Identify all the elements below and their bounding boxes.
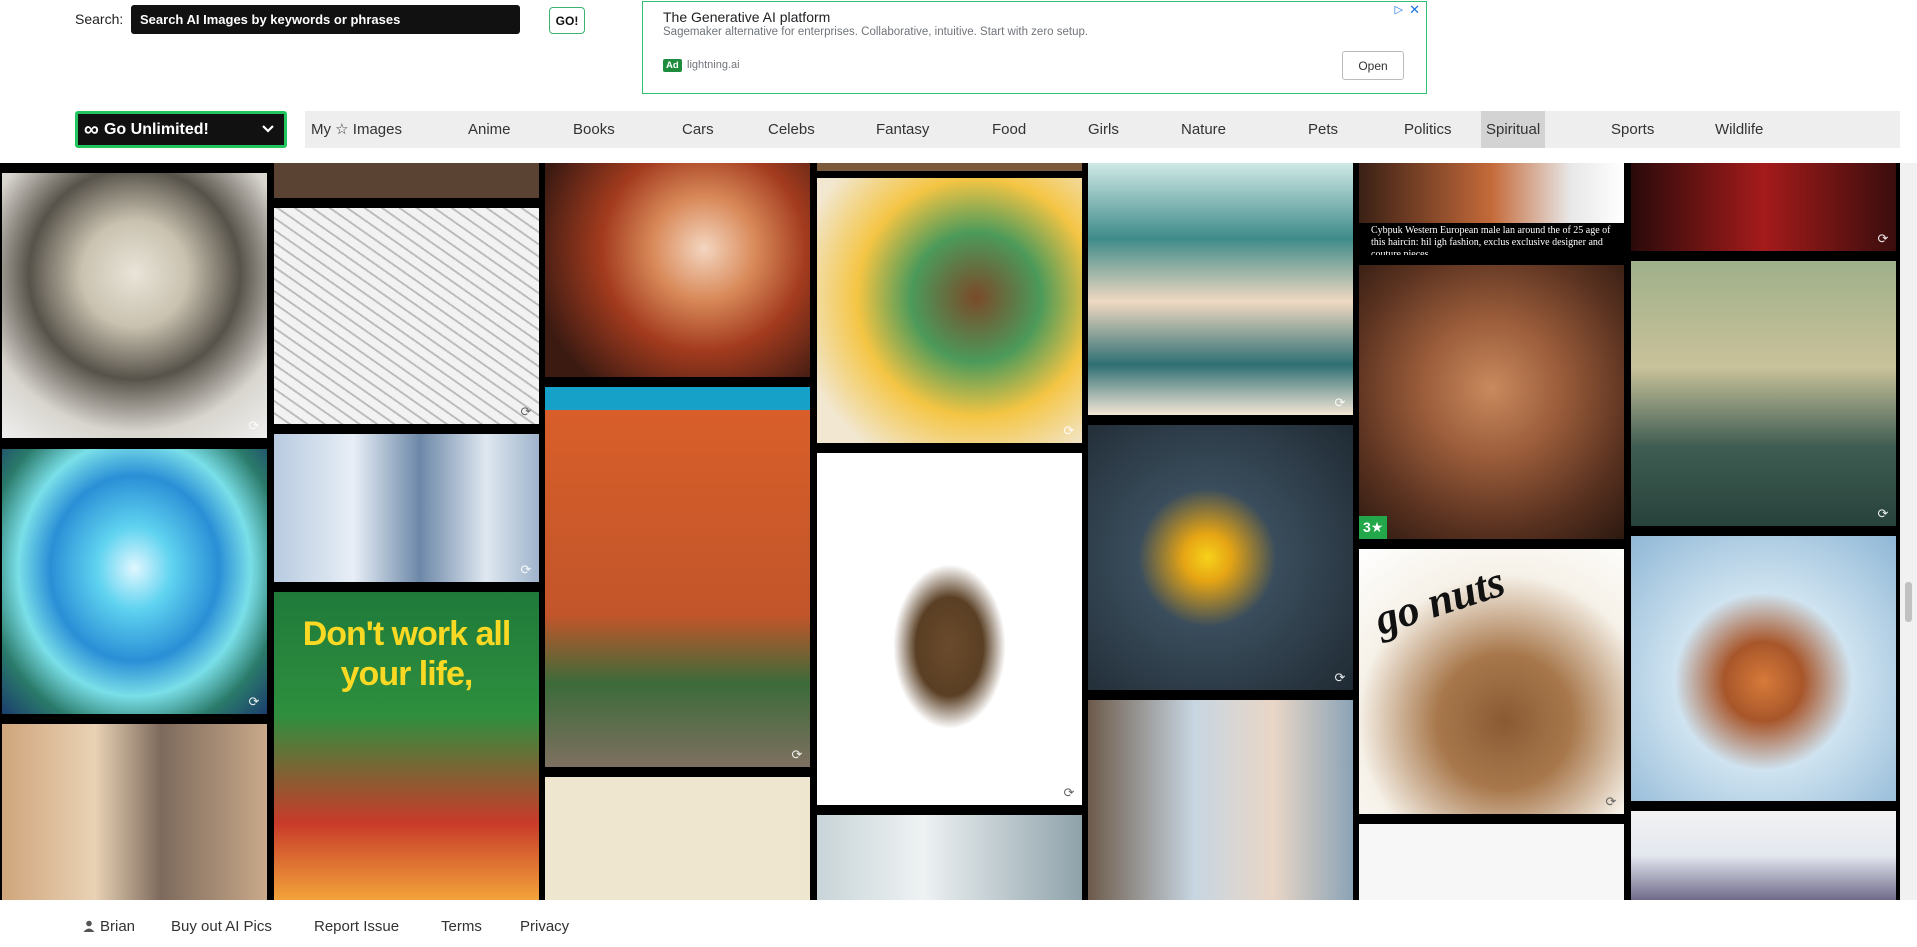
image-caption: Cybpuk Western European male lan around …: [1371, 225, 1611, 255]
footer-buy-out-link[interactable]: Buy out AI Pics: [171, 918, 272, 935]
regenerate-icon[interactable]: ⟳: [1333, 396, 1347, 410]
image-tile[interactable]: [817, 815, 1082, 900]
tab-sports[interactable]: Sports: [1606, 111, 1659, 148]
tab-spiritual[interactable]: Spiritual: [1481, 111, 1546, 148]
ad-open-button[interactable]: Open: [1342, 51, 1404, 80]
regenerate-icon[interactable]: ⟳: [247, 419, 261, 433]
regenerate-icon[interactable]: ⟳: [519, 563, 533, 577]
tab-celebs[interactable]: Celebs: [763, 111, 820, 148]
poster-text: Don't work all your life,: [302, 615, 512, 693]
image-tile[interactable]: [1631, 811, 1896, 900]
stars-badge: 3★: [1359, 516, 1388, 539]
tab-anime[interactable]: Anime: [463, 111, 516, 148]
search-input[interactable]: [131, 5, 520, 34]
image-tile[interactable]: [274, 163, 539, 198]
regenerate-icon[interactable]: ⟳: [1062, 786, 1076, 800]
image-tile[interactable]: [2, 724, 267, 900]
regenerate-icon[interactable]: ⟳: [1333, 671, 1347, 685]
tab-girls[interactable]: Girls: [1083, 111, 1124, 148]
regenerate-icon[interactable]: ⟳: [1876, 507, 1890, 521]
close-icon[interactable]: ✕: [1409, 2, 1420, 18]
tab-books[interactable]: Books: [568, 111, 620, 148]
footer-report-issue-link[interactable]: Report Issue: [314, 918, 399, 935]
image-tile[interactable]: ⟳: [817, 453, 1082, 805]
image-tile[interactable]: [1359, 824, 1624, 900]
footer-privacy-link[interactable]: Privacy: [520, 918, 569, 935]
user-icon: [83, 920, 95, 932]
nuts-text: go nuts: [1368, 556, 1511, 645]
image-tile[interactable]: ⟳: [2, 173, 267, 438]
image-tile[interactable]: ⟳: [274, 434, 539, 582]
image-tile[interactable]: [817, 163, 1082, 171]
ad-badge: Ad: [663, 59, 682, 72]
search-go-button[interactable]: GO!: [549, 7, 585, 34]
footer: [0, 900, 1917, 947]
ad-banner[interactable]: The Generative AI platform Sagemaker alt…: [642, 1, 1427, 94]
tab-food[interactable]: Food: [987, 111, 1031, 148]
image-grid: ⟳ ⟳ ⟳ ⟳ Don't work all your life, ⟳ ⟳ ⟳ …: [0, 163, 1900, 900]
footer-user-name: Brian: [100, 918, 136, 935]
image-tile[interactable]: [545, 163, 810, 377]
regenerate-icon[interactable]: ⟳: [1062, 424, 1076, 438]
image-tile[interactable]: ⟳: [545, 387, 810, 767]
tab-wildlife[interactable]: Wildlife: [1710, 111, 1768, 148]
scrollbar-track[interactable]: [1900, 163, 1917, 900]
image-tile[interactable]: [1088, 700, 1353, 900]
footer-user-link[interactable]: Brian: [83, 918, 135, 935]
tab-pets[interactable]: Pets: [1303, 111, 1343, 148]
image-tile[interactable]: Cybpuk Western European male lan around …: [1359, 223, 1624, 255]
image-tile[interactable]: Don't work all your life,: [274, 592, 539, 900]
tab-politics[interactable]: Politics: [1399, 111, 1457, 148]
image-tile[interactable]: [1631, 536, 1896, 801]
ad-domain[interactable]: lightning.ai: [687, 59, 740, 71]
image-tile[interactable]: ⟳: [1088, 163, 1353, 415]
infinity-icon: ∞: [84, 118, 99, 141]
tab-nature[interactable]: Nature: [1176, 111, 1231, 148]
image-tile[interactable]: ⟳: [817, 178, 1082, 443]
regenerate-icon[interactable]: ⟳: [1876, 232, 1890, 246]
regenerate-icon[interactable]: ⟳: [519, 405, 533, 419]
regenerate-icon[interactable]: ⟳: [790, 748, 804, 762]
image-tile[interactable]: [545, 777, 810, 900]
tab-fantasy[interactable]: Fantasy: [871, 111, 934, 148]
go-unlimited-dropdown[interactable]: ∞ Go Unlimited!: [75, 111, 287, 148]
image-tile[interactable]: ⟳: [274, 208, 539, 424]
ad-title[interactable]: The Generative AI platform: [663, 9, 830, 25]
chevron-down-icon: [262, 125, 274, 133]
tab-cars[interactable]: Cars: [677, 111, 719, 148]
image-tile[interactable]: ⟳: [1631, 261, 1896, 526]
category-bar: My ☆ Images Anime Books Cars Celebs Fant…: [305, 111, 1900, 148]
go-unlimited-label: Go Unlimited!: [103, 120, 209, 138]
image-tile[interactable]: ⟳: [1088, 425, 1353, 690]
image-tile[interactable]: 3★: [1359, 265, 1624, 539]
regenerate-icon[interactable]: ⟳: [1604, 795, 1618, 809]
image-tile[interactable]: go nuts ⟳: [1359, 549, 1624, 814]
image-tile[interactable]: ⟳: [2, 449, 267, 714]
search-label: Search:: [75, 11, 124, 27]
scrollbar-thumb[interactable]: [1905, 582, 1912, 622]
image-tile[interactable]: ⟳: [1631, 163, 1896, 251]
regenerate-icon[interactable]: ⟳: [247, 695, 261, 709]
adchoices-icon[interactable]: ▷: [1395, 3, 1403, 16]
ad-description: Sagemaker alternative for enterprises. C…: [663, 26, 1089, 38]
tab-my-images[interactable]: My ☆ Images: [306, 111, 407, 148]
footer-terms-link[interactable]: Terms: [441, 918, 482, 935]
